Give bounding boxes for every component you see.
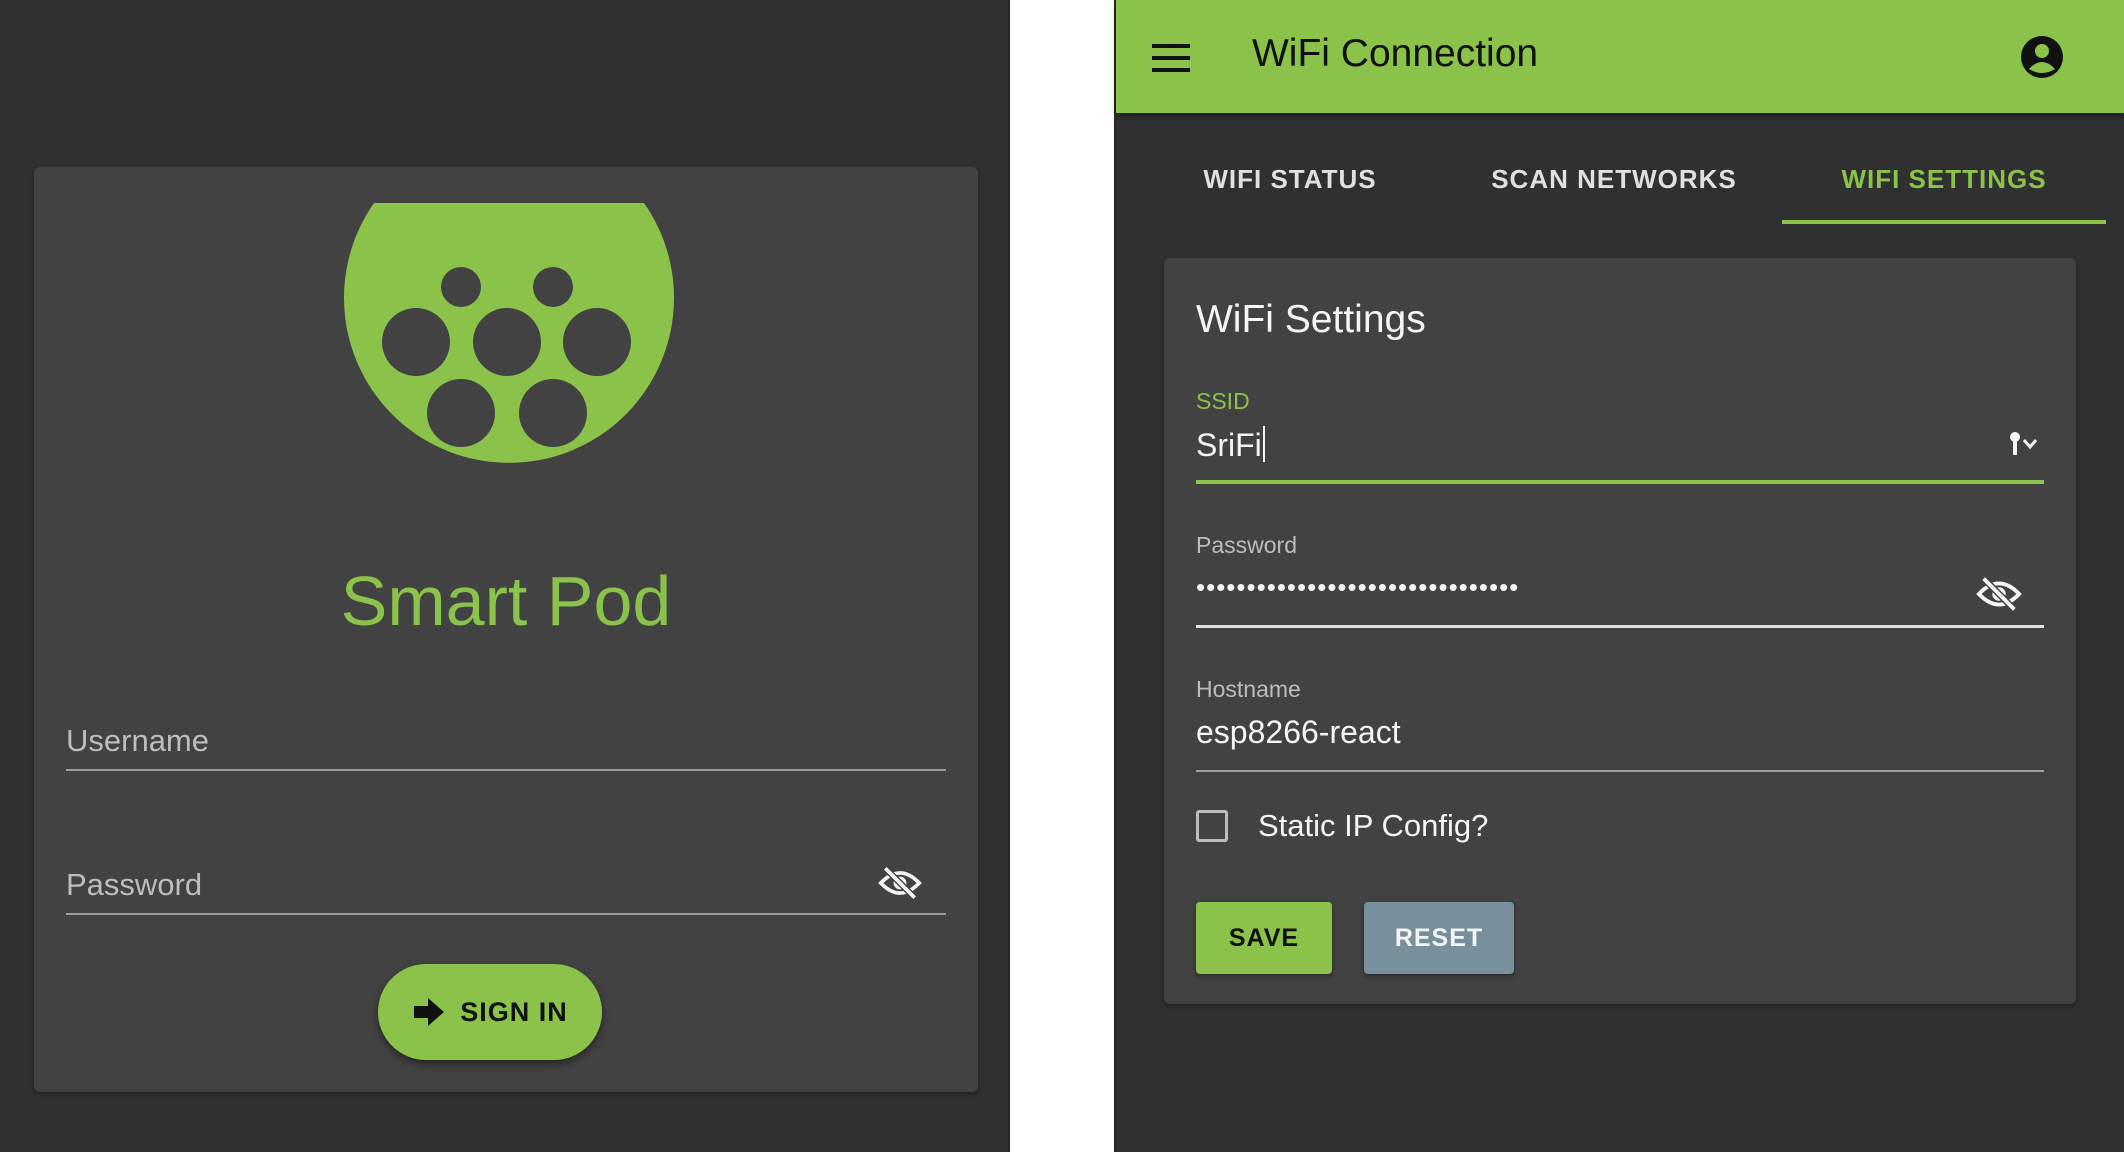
hostname-label: Hostname xyxy=(1196,676,1301,702)
reset-button[interactable]: RESET xyxy=(1364,902,1514,974)
wifi-password-label: Password xyxy=(1196,532,1297,558)
app-title: Smart Pod xyxy=(340,562,672,640)
tab-indicator xyxy=(1782,220,2106,224)
sign-in-label: SIGN IN xyxy=(460,996,568,1027)
ssid-underline xyxy=(1196,480,2044,484)
wifi-password-field[interactable]: Password •••••••••••••••••••••••••••••••… xyxy=(1196,532,2044,628)
card-title: WiFi Settings xyxy=(1196,298,1426,341)
static-ip-label: Static IP Config? xyxy=(1258,808,1489,843)
save-button[interactable]: SAVE xyxy=(1196,902,1332,974)
username-underline xyxy=(66,769,946,771)
account-circle-icon[interactable] xyxy=(2020,35,2064,79)
wifi-panel: WiFi Connection WIFI STATUS SCAN NETWORK… xyxy=(1114,0,2124,1152)
tab-scan-networks[interactable]: SCAN NETWORKS xyxy=(1452,140,1776,222)
hostname-underline xyxy=(1196,770,2044,772)
login-card: Smart Pod Username Password SIGN IN xyxy=(34,167,978,1092)
sign-in-button[interactable]: SIGN IN xyxy=(378,964,602,1060)
static-ip-checkbox[interactable] xyxy=(1196,810,1228,842)
ssid-input-wrap: SriFi xyxy=(1196,426,1265,464)
password-label: Password xyxy=(66,867,203,902)
ssid-value: SriFi xyxy=(1196,427,1262,463)
username-field[interactable]: Username xyxy=(66,707,946,771)
eye-off-icon[interactable] xyxy=(878,863,922,903)
eye-off-icon[interactable] xyxy=(1976,574,2022,614)
smart-pod-logo xyxy=(344,203,674,463)
password-field[interactable]: Password xyxy=(66,851,946,915)
key-dropdown-icon[interactable] xyxy=(2008,430,2040,458)
arrow-right-icon xyxy=(414,998,445,1026)
wifi-password-underline xyxy=(1196,625,2044,628)
password-underline xyxy=(66,913,946,915)
hostname-value: esp8266-react xyxy=(1196,714,1401,750)
login-panel: Smart Pod Username Password SIGN IN xyxy=(0,0,1010,1152)
username-label: Username xyxy=(66,723,209,758)
wifi-password-value: •••••••••••••••••••••••••••••••• xyxy=(1196,572,1520,602)
tab-wifi-settings[interactable]: WIFI SETTINGS xyxy=(1782,140,2106,222)
text-caret xyxy=(1262,426,1265,462)
hostname-field[interactable]: Hostname esp8266-react xyxy=(1196,676,2044,772)
tab-wifi-status[interactable]: WIFI STATUS xyxy=(1128,140,1452,222)
menu-icon[interactable] xyxy=(1152,44,1190,72)
ssid-field[interactable]: SSID SriFi xyxy=(1196,388,2044,484)
wifi-settings-card: WiFi Settings SSID SriFi Password ••••••… xyxy=(1164,258,2076,1004)
app-bar-title: WiFi Connection xyxy=(1252,32,1539,75)
app-bar: WiFi Connection xyxy=(1116,0,2124,113)
ssid-label: SSID xyxy=(1196,388,1250,414)
